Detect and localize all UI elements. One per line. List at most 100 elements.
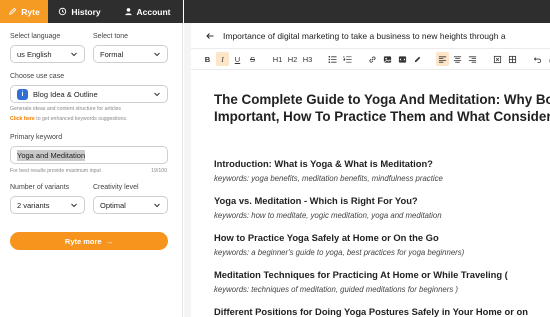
tab-history-label: History [71, 6, 101, 17]
arrow-right-icon: → [105, 236, 114, 246]
language-select[interactable]: us English [10, 45, 85, 63]
keyword-counter: 19/100 [151, 168, 167, 174]
heading2-button[interactable]: H2 [286, 52, 299, 66]
section-keywords: keywords: yoga benefits, meditation bene… [214, 174, 443, 183]
usecase-hint: Generate ideas and content structure for… [10, 106, 122, 112]
section-keywords: keywords: a beginner's guide to yoga, be… [214, 248, 465, 257]
bold-button[interactable]: B [201, 52, 214, 66]
section-keywords: keywords: techniques of meditation, guid… [214, 285, 459, 294]
chevron-down-icon [71, 52, 77, 57]
tone-value: Formal [100, 49, 124, 59]
outline-section: How to Practice Yoga Safely at Home or O… [214, 232, 550, 257]
section-title: Introduction: What is Yoga & What is Med… [214, 158, 433, 169]
align-right-icon [468, 55, 477, 63]
code-button[interactable] [396, 52, 409, 66]
redo-button[interactable] [546, 52, 550, 66]
variants-value: 2 variants [17, 200, 50, 210]
usecase-label: Choose use case [10, 73, 65, 80]
link-button[interactable] [366, 52, 379, 66]
document-header: Importance of digital marketing to take … [191, 23, 550, 48]
back-arrow-icon[interactable] [205, 31, 215, 41]
tab-ryte[interactable]: Ryte [0, 0, 48, 23]
undo-icon [533, 56, 542, 63]
language-label: Select language [10, 33, 61, 40]
chevron-down-icon [154, 92, 160, 97]
variants-select[interactable]: 2 variants [10, 196, 85, 214]
chevron-down-icon [154, 52, 160, 57]
top-navigation: Ryte History Account [0, 0, 183, 23]
section-keywords: keywords: how to meditate, yogic meditat… [214, 211, 442, 220]
section-title: How to Practice Yoga Safely at Home or O… [214, 232, 439, 243]
table-icon [508, 55, 517, 63]
chevron-down-icon [154, 203, 160, 208]
variants-label: Number of variants [10, 184, 70, 191]
editor-content[interactable]: The Complete Guide to Yoga And Meditatio… [191, 70, 550, 317]
top-bar [184, 0, 550, 23]
undo-button[interactable] [531, 52, 544, 66]
tone-select[interactable]: Formal [93, 45, 168, 63]
image-button[interactable] [381, 52, 394, 66]
underline-button[interactable]: U [231, 52, 244, 66]
ryte-more-label: Ryte more [64, 236, 102, 246]
outline-section: Different Positions for Doing Yoga Postu… [214, 306, 550, 317]
editor-panel: Importance of digital marketing to take … [191, 23, 550, 317]
user-icon [124, 8, 132, 16]
align-left-button[interactable] [436, 52, 449, 66]
document-title[interactable]: Importance of digital marketing to take … [223, 31, 506, 41]
code-block-icon [398, 55, 407, 63]
click-here-link[interactable]: Click here [10, 116, 35, 122]
outline-section: Introduction: What is Yoga & What is Med… [214, 158, 550, 183]
hint-rest: to get enhanced keywords suggestions. [34, 116, 128, 122]
heading1-button[interactable]: H1 [271, 52, 284, 66]
generator-panel: Ryte History Account Select language us … [0, 0, 183, 317]
pen-icon [414, 56, 421, 62]
align-center-icon [453, 55, 462, 63]
clear-format-icon [493, 55, 502, 63]
app-root: Ryte History Account Select language us … [0, 0, 550, 317]
image-icon [383, 55, 392, 63]
link-icon [369, 55, 376, 63]
section-title: Different Positions for Doing Yoga Postu… [214, 306, 528, 317]
tab-ryte-label: Ryte [21, 6, 40, 17]
tone-label: Select tone [93, 33, 129, 40]
history-icon [59, 7, 67, 16]
align-right-button[interactable] [466, 52, 479, 66]
blog-icon: i [17, 88, 28, 100]
outline-section: Meditation Techniques for Practicing At … [214, 269, 550, 294]
pen-icon [9, 7, 17, 15]
usecase-select[interactable]: i Blog Idea & Outline [10, 85, 168, 103]
heading3-button[interactable]: H3 [301, 52, 314, 66]
italic-button[interactable]: I [216, 52, 229, 66]
align-center-button[interactable] [451, 52, 464, 66]
tab-account[interactable]: Account [111, 0, 183, 23]
bullet-list-button[interactable] [326, 52, 339, 66]
creativity-value: Optimal [100, 200, 126, 210]
language-value: us English [17, 49, 52, 59]
creativity-select[interactable]: Optimal [93, 196, 168, 214]
outline-section: Yoga vs. Meditation - Which is Right For… [214, 195, 550, 220]
bullet-list-icon [328, 55, 337, 63]
article-heading: The Complete Guide to Yoga And Meditatio… [214, 92, 550, 124]
keyword-value: Yoga and Meditation [17, 149, 86, 161]
chevron-down-icon [71, 203, 77, 208]
ryte-more-button[interactable]: Ryte more → [10, 232, 168, 250]
keyword-label: Primary keyword [10, 134, 63, 141]
keyword-hint: For best results provide maximum input [10, 168, 101, 174]
keyword-suggestion-hint: Click here to get enhanced keywords sugg… [10, 116, 127, 123]
text-color-button[interactable] [411, 52, 424, 66]
align-left-icon [438, 55, 447, 63]
section-title: Yoga vs. Meditation - Which is Right For… [214, 195, 418, 206]
section-title: Meditation Techniques for Practicing At … [214, 269, 508, 280]
table-button[interactable] [506, 52, 519, 66]
panel-divider [184, 23, 191, 317]
tab-history[interactable]: History [48, 0, 111, 23]
usecase-value: Blog Idea & Outline [33, 89, 98, 99]
clear-format-button[interactable] [491, 52, 504, 66]
tab-account-label: Account [136, 6, 171, 17]
creativity-label: Creativity level [93, 184, 139, 191]
numbered-list-button[interactable] [341, 52, 354, 66]
keyword-input[interactable]: Yoga and Meditation [10, 146, 168, 164]
numbered-list-icon [343, 55, 352, 63]
strikethrough-button[interactable]: S [246, 52, 259, 66]
editor-toolbar: B I U S H1 H2 H3 [191, 48, 550, 70]
